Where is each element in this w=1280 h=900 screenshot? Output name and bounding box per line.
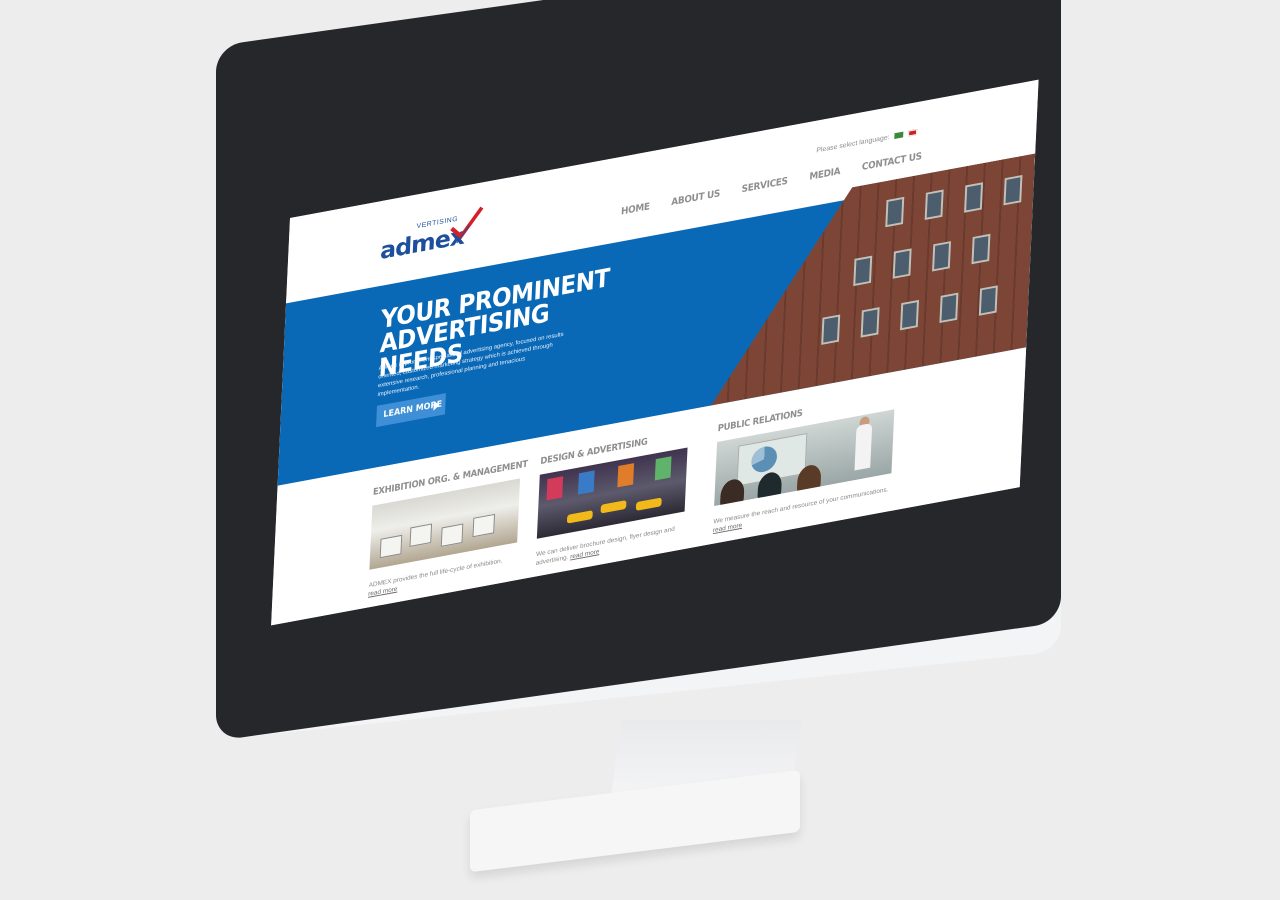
language-prompt: Please select language: [816, 134, 890, 155]
building-window [821, 314, 840, 344]
building-window [861, 307, 880, 337]
booth-shape [472, 513, 496, 538]
checkmark-icon [450, 206, 484, 244]
nav-contact-us[interactable]: CONTACT US [862, 151, 922, 173]
taxi-shape [600, 500, 627, 514]
building-window [971, 234, 990, 264]
building-window [979, 285, 998, 315]
building-window [893, 248, 912, 278]
taxi-shape [566, 510, 593, 524]
building-window [1003, 175, 1022, 205]
audience-head [719, 477, 745, 507]
mockup-stage: VERTISING admex Please select language: … [0, 0, 1280, 900]
nav-home[interactable]: HOME [621, 202, 650, 218]
admex-logo[interactable]: VERTISING admex [380, 204, 490, 267]
service-card-public-relations: PUBLIC RELATIONS We measure the reach an… [713, 389, 905, 535]
building-window [925, 190, 944, 220]
building-window [900, 300, 919, 330]
uk-flag-icon[interactable] [908, 129, 918, 137]
taxi-shape [635, 497, 662, 511]
booth-shape [440, 523, 464, 547]
building-window [885, 197, 904, 227]
arabic-flag-icon[interactable] [894, 131, 904, 140]
building-window [932, 241, 951, 271]
service-card-design: DESIGN & ADVERTISING We can deliver broc… [535, 426, 703, 568]
booth-shape [379, 534, 403, 559]
building-window [939, 293, 958, 323]
building-window [964, 182, 983, 212]
building-window [853, 256, 872, 286]
billboard-shape [577, 470, 595, 495]
billboard-shape [617, 463, 635, 488]
booth-shape [409, 523, 433, 547]
nav-services[interactable]: SERVICES [741, 176, 787, 195]
nav-media[interactable]: MEDIA [809, 166, 840, 182]
billboard-shape [654, 456, 672, 481]
speaker-shape [854, 422, 873, 471]
play-arrow-icon [433, 399, 440, 411]
language-selector: Please select language: [816, 129, 918, 155]
service-card-exhibition: EXHIBITION ORG. & MANAGEMENT ADMEX provi… [368, 457, 536, 599]
nav-about-us[interactable]: ABOUT US [671, 189, 720, 209]
billboard-shape [546, 476, 564, 501]
